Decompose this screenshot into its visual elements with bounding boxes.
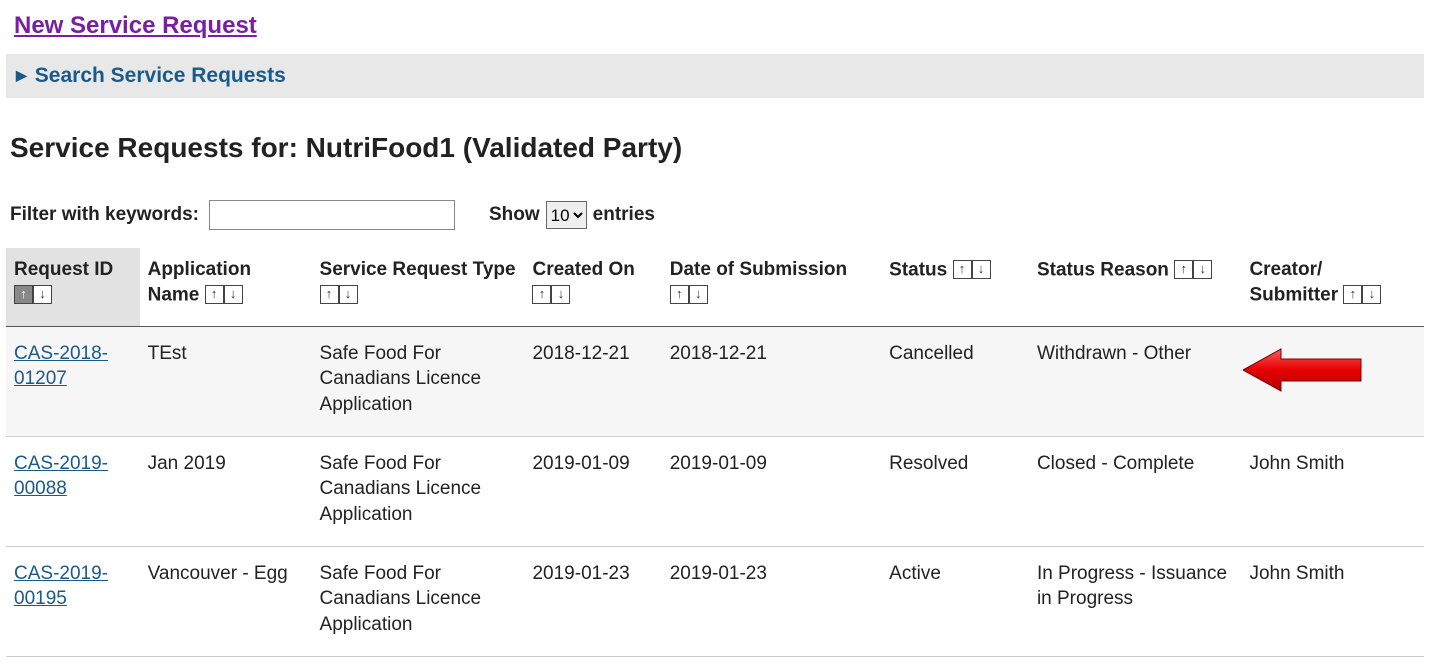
- expand-icon: ▶: [16, 67, 27, 84]
- sort-asc-icon[interactable]: ↑: [670, 285, 689, 304]
- sort-desc-icon[interactable]: ↓: [1193, 260, 1212, 279]
- sort-desc-icon[interactable]: ↓: [339, 285, 358, 304]
- page-title: Service Requests for: NutriFood1 (Valida…: [10, 132, 1424, 164]
- filter-label: Filter with keywords:: [10, 204, 199, 226]
- sort-asc-icon[interactable]: ↑: [205, 285, 224, 304]
- search-toggle-bar[interactable]: ▶ Search Service Requests: [6, 54, 1424, 98]
- sort-asc-icon[interactable]: ↑: [1343, 285, 1362, 304]
- sort-desc-icon[interactable]: ↓: [1362, 285, 1381, 304]
- cell-status: Resolved: [881, 436, 1029, 546]
- sort-desc-icon[interactable]: ↓: [689, 285, 708, 304]
- sort-asc-icon[interactable]: ↑: [320, 285, 339, 304]
- cell-submitted: 2019-01-23: [662, 546, 881, 656]
- service-requests-table: Request ID ↑↓ Application Name ↑↓ Servic…: [6, 248, 1424, 657]
- sort-asc-icon[interactable]: ↑: [14, 285, 33, 304]
- col-header-request-id: Request ID ↑↓: [6, 248, 140, 326]
- sort-asc-icon[interactable]: ↑: [1174, 260, 1193, 279]
- col-header-submitted: Date of Submission ↑↓: [662, 248, 881, 326]
- col-header-type: Service Request Type ↑↓: [312, 248, 525, 326]
- entries-select[interactable]: 10: [546, 201, 587, 229]
- sort-asc-icon[interactable]: ↑: [532, 285, 551, 304]
- cell-app-name: Jan 2019: [140, 436, 312, 546]
- sort-desc-icon[interactable]: ↓: [972, 260, 991, 279]
- cell-created: 2019-01-09: [524, 436, 661, 546]
- filter-input[interactable]: [209, 200, 455, 230]
- cell-status: Active: [881, 546, 1029, 656]
- cell-creator: John Smith: [1241, 436, 1424, 546]
- request-id-link[interactable]: CAS-2019-00195: [14, 563, 108, 610]
- cell-submitted: 2019-01-09: [662, 436, 881, 546]
- cell-app-name: TEst: [140, 326, 312, 436]
- cell-type: Safe Food For Canadians Licence Applicat…: [312, 326, 525, 436]
- cell-status: Cancelled: [881, 326, 1029, 436]
- col-header-creator: Creator/ Submitter ↑↓: [1241, 248, 1424, 326]
- table-controls: Filter with keywords: Show 10 entries: [10, 200, 1424, 230]
- search-toggle-label: Search Service Requests: [35, 64, 286, 88]
- cell-creator: [1241, 326, 1424, 436]
- cell-type: Safe Food For Canadians Licence Applicat…: [312, 436, 525, 546]
- table-row: CAS-2019-00088 Jan 2019Safe Food For Cana…: [6, 436, 1424, 546]
- cell-reason: Withdrawn - Other: [1029, 326, 1242, 436]
- col-header-created: Created On ↑↓: [524, 248, 661, 326]
- cell-request-id: CAS-2018-01207: [6, 326, 140, 436]
- cell-type: Safe Food For Canadians Licence Applicat…: [312, 546, 525, 656]
- cell-app-name: Vancouver - Egg: [140, 546, 312, 656]
- table-row: CAS-2019-00195 Vancouver - EggSafe Food F…: [6, 546, 1424, 656]
- request-id-link[interactable]: CAS-2019-00088: [14, 453, 108, 500]
- cell-creator: John Smith: [1241, 546, 1424, 656]
- cell-created: 2018-12-21: [524, 326, 661, 436]
- cell-created: 2019-01-23: [524, 546, 661, 656]
- request-id-link[interactable]: CAS-2018-01207: [14, 343, 108, 390]
- cell-request-id: CAS-2019-00195: [6, 546, 140, 656]
- sort-desc-icon[interactable]: ↓: [33, 285, 52, 304]
- table-row: CAS-2018-01207 TEstSafe Food For Canadian…: [6, 326, 1424, 436]
- cell-reason: Closed - Complete: [1029, 436, 1242, 546]
- col-header-status: Status ↑↓: [881, 248, 1029, 326]
- sort-desc-icon[interactable]: ↓: [224, 285, 243, 304]
- col-header-app-name: Application Name ↑↓: [140, 248, 312, 326]
- sort-asc-icon[interactable]: ↑: [953, 260, 972, 279]
- show-label-post: entries: [593, 204, 655, 226]
- sort-desc-icon[interactable]: ↓: [551, 285, 570, 304]
- cell-submitted: 2018-12-21: [662, 326, 881, 436]
- show-label-pre: Show: [489, 204, 540, 226]
- new-service-request-link[interactable]: New Service Request: [14, 12, 257, 40]
- col-header-reason: Status Reason ↑↓: [1029, 248, 1242, 326]
- cell-reason: In Progress - Issuance in Progress: [1029, 546, 1242, 656]
- cell-request-id: CAS-2019-00088: [6, 436, 140, 546]
